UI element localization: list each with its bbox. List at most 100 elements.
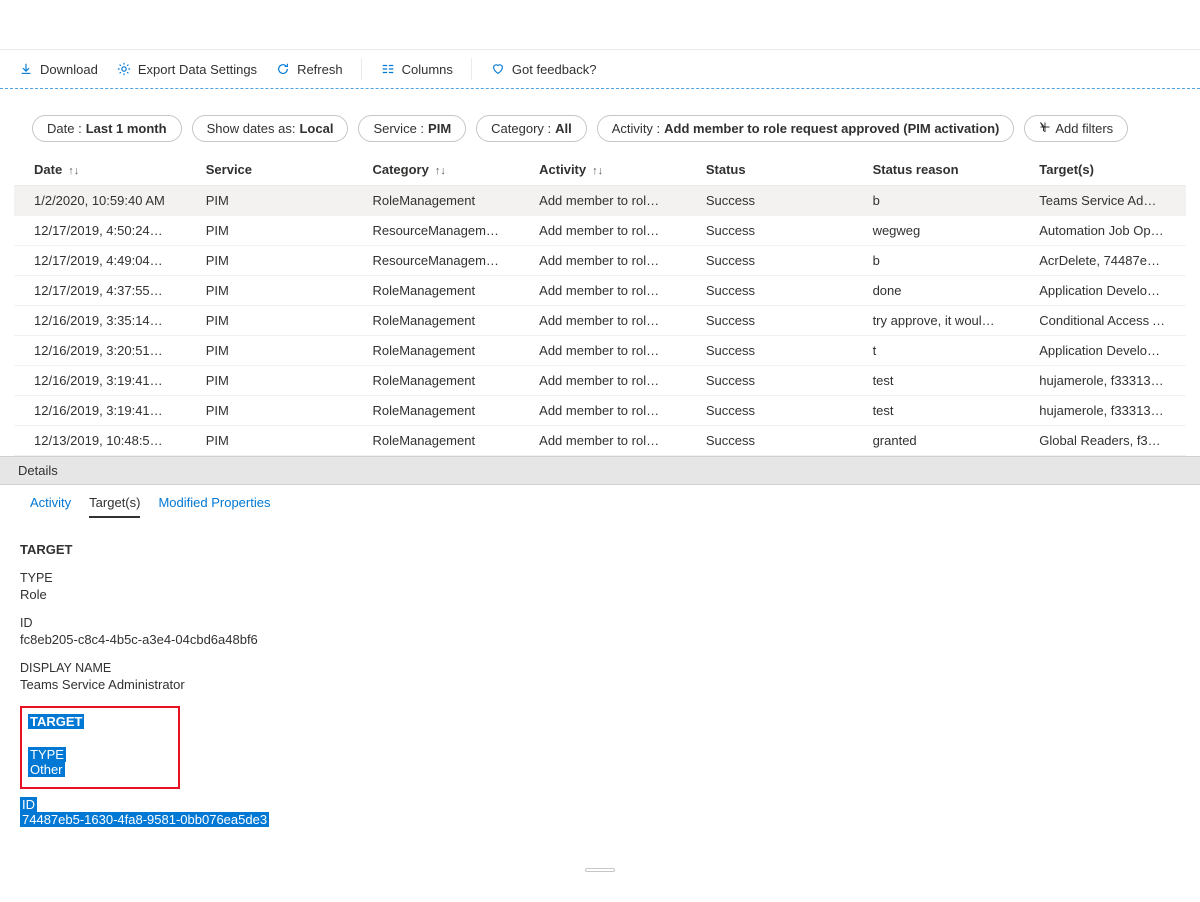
cell-date: 12/17/2019, 4:49:04 PM [14,246,186,276]
table-row[interactable]: 12/16/2019, 3:20:51 PMPIMRoleManagement A… [14,336,1186,366]
cell-status: Success [686,336,853,366]
feedback-button[interactable]: Got feedback? [490,61,597,77]
cell-status: Success [686,426,853,456]
cell-category: RoleManagement [352,396,519,426]
cell-date: 12/16/2019, 3:35:14 PM [14,306,186,336]
col-activity[interactable]: Activity↑↓ [519,154,686,186]
filter-show-dates[interactable]: Show dates as: Local [192,115,349,142]
cell-service: PIM [186,276,353,306]
gear-icon [116,61,132,77]
tab-modified-properties[interactable]: Modified Properties [158,491,270,518]
download-label: Download [40,62,98,77]
sort-icon: ↑↓ [435,165,446,177]
table-row[interactable]: 12/16/2019, 3:19:41 PMPIMRoleManagementA… [14,366,1186,396]
table-row[interactable]: 12/17/2019, 4:37:55 PMPIMRoleManagementA… [14,276,1186,306]
cell-status: Success [686,246,853,276]
filter-date[interactable]: Date : Last 1 month [32,115,182,142]
cell-date: 12/17/2019, 4:37:55 PM [14,276,186,306]
cell-activity: Add member to role req... [519,426,686,456]
cell-reason: test [853,396,1020,426]
target-displayname-value: Teams Service Administrator [20,677,1180,692]
cell-status: Success [686,216,853,246]
cell-reason: b [853,186,1020,216]
target2-id-label: ID [20,797,37,812]
cell-reason: done [853,276,1020,306]
target-id-value: fc8eb205-c8c4-4b5c-a3e4-04cbd6a48bf6 [20,632,1180,647]
cell-category: RoleManagement [352,276,519,306]
target2-id-value: 74487eb5-1630-4fa8-9581-0bb076ea5de3 [20,812,269,827]
cell-category: RoleManagement [352,336,519,366]
col-date[interactable]: Date↑↓ [14,154,186,186]
cell-targets: Application Developer, 9... [1019,336,1186,366]
filter-activity[interactable]: Activity : Add member to role request ap… [597,115,1015,142]
cell-status: Success [686,306,853,336]
refresh-button[interactable]: Refresh [275,61,343,77]
table-row[interactable]: 12/16/2019, 3:35:14 PMPIMRoleManagementA… [14,306,1186,336]
table-row[interactable]: 12/17/2019, 4:50:24 PMPIMResourceManagem… [14,216,1186,246]
cell-reason: t [853,336,1020,366]
cell-date: 12/16/2019, 3:19:41 PM [14,396,186,426]
cell-date: 12/16/2019, 3:19:41 PM [14,366,186,396]
targets-pane: TARGET TYPE Role ID fc8eb205-c8c4-4b5c-a… [0,518,1200,867]
details-tabs: Activity Target(s) Modified Properties [0,485,1200,518]
col-reason[interactable]: Status reason [853,154,1020,186]
cell-activity: Add member to role req... [519,306,686,336]
cell-status: Success [686,186,853,216]
tab-targets[interactable]: Target(s) [89,491,140,518]
cell-reason: test [853,366,1020,396]
cell-date: 1/2/2020, 10:59:40 AM [14,186,186,216]
tab-activity[interactable]: Activity [30,491,71,518]
toolbar: Download Export Data Settings Refresh Co… [0,50,1200,89]
download-button[interactable]: Download [18,61,98,77]
cell-activity: Add member to role req... [519,216,686,246]
cell-activity: Add member to role req... [519,186,686,216]
cell-service: PIM [186,246,353,276]
refresh-icon [275,61,291,77]
cell-status: Success [686,276,853,306]
cell-reason: granted [853,426,1020,456]
col-service[interactable]: Service [186,154,353,186]
details-header: Details [0,456,1200,485]
target-heading: TARGET [20,542,1180,557]
filter-service[interactable]: Service : PIM [358,115,466,142]
toolbar-separator [361,58,362,80]
cell-category: ResourceManagement [352,216,519,246]
target2-heading: TARGET [28,714,84,729]
col-category[interactable]: Category↑↓ [352,154,519,186]
columns-icon [380,61,396,77]
grip-icon [585,868,615,872]
sort-icon: ↑↓ [592,165,603,177]
cell-category: ResourceManagement [352,246,519,276]
columns-label: Columns [402,62,453,77]
table-row[interactable]: 12/16/2019, 3:19:41 PMPIMRoleManagementA… [14,396,1186,426]
cell-targets: hujamerole, f333134d-e... [1019,396,1186,426]
table-row[interactable]: 1/2/2020, 10:59:40 AMPIMRoleManagementAd… [14,186,1186,216]
cell-category: RoleManagement [352,426,519,456]
cell-targets: hujamerole, f333134d-e... [1019,366,1186,396]
cell-service: PIM [186,186,353,216]
cell-targets: Teams Service Administr... [1019,186,1186,216]
columns-button[interactable]: Columns [380,61,453,77]
col-status[interactable]: Status [686,154,853,186]
add-filters-button[interactable]: Add filters [1024,115,1128,142]
cell-category: RoleManagement [352,306,519,336]
cell-category: RoleManagement [352,186,519,216]
export-label: Export Data Settings [138,62,257,77]
table-row[interactable]: 12/17/2019, 4:49:04 PMPIMResourceManagem… [14,246,1186,276]
table-row[interactable]: 12/13/2019, 10:48:54 AMPIMRoleManagement… [14,426,1186,456]
col-targets[interactable]: Target(s) [1019,154,1186,186]
target-id-label: ID [20,616,1180,630]
cell-date: 12/17/2019, 4:50:24 PM [14,216,186,246]
cell-service: PIM [186,336,353,366]
filter-add-icon [1039,121,1051,136]
filter-bar: Date : Last 1 month Show dates as: Local… [0,89,1200,154]
resize-handle[interactable] [0,867,1200,873]
cell-service: PIM [186,306,353,336]
target2-type-value: Other [28,762,65,777]
cell-status: Success [686,396,853,426]
feedback-label: Got feedback? [512,62,597,77]
export-button[interactable]: Export Data Settings [116,61,257,77]
cell-date: 12/16/2019, 3:20:51 PM [14,336,186,366]
target-type-value: Role [20,587,1180,602]
filter-category[interactable]: Category : All [476,115,587,142]
